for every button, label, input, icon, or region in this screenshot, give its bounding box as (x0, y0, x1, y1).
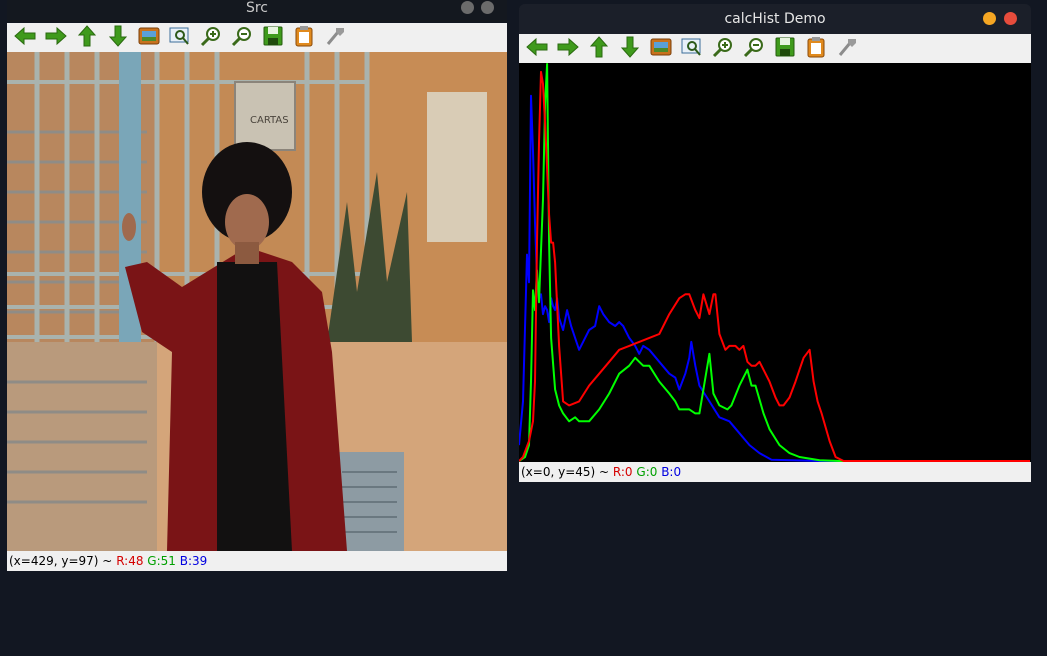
zoom-area-button[interactable] (164, 24, 195, 51)
hist-status-b: B:0 (661, 465, 682, 479)
zoom-in-button[interactable] (707, 35, 738, 62)
properties-icon (323, 24, 347, 52)
pan-up-icon (587, 35, 611, 63)
src-image-canvas[interactable]: CARTAS (7, 52, 507, 551)
hist-status-r: R:0 (612, 465, 633, 479)
pan-left-button[interactable] (521, 35, 552, 62)
src-minimize-button[interactable] (461, 1, 474, 14)
src-titlebar[interactable]: Src (7, 0, 507, 22)
pan-left-icon (525, 35, 549, 63)
copy-button[interactable] (288, 24, 319, 51)
pan-up-button[interactable] (583, 35, 614, 62)
hist-window: calcHist Demo (x=0, y=45) ~ R:0 G:0 B:0 (519, 4, 1031, 482)
pan-down-icon (106, 24, 130, 52)
pan-left-icon (13, 24, 37, 52)
src-window: Src CARTAS (x=429, y=97) ~ R:48 G:51 B:3… (7, 0, 507, 571)
save-icon (773, 35, 797, 63)
blue-channel-histogram (519, 94, 1030, 462)
pan-right-icon (556, 35, 580, 63)
zoom-in-icon (199, 24, 223, 52)
src-status-coords: (x=429, y=97) ~ (9, 554, 113, 568)
save-icon (261, 24, 285, 52)
save-button[interactable] (257, 24, 288, 51)
pan-right-icon (44, 24, 68, 52)
pan-up-icon (75, 24, 99, 52)
pan-down-button[interactable] (614, 35, 645, 62)
histogram-chart (519, 63, 1030, 462)
zoom-out-icon (230, 24, 254, 52)
copy-icon (292, 24, 316, 52)
hist-close-button[interactable] (1004, 12, 1017, 25)
zoom-fit-button[interactable] (133, 24, 164, 51)
properties-button[interactable] (319, 24, 350, 51)
hist-minimize-button[interactable] (983, 12, 996, 25)
hist-statusbar: (x=0, y=45) ~ R:0 G:0 B:0 (519, 462, 1031, 482)
pan-up-button[interactable] (71, 24, 102, 51)
src-close-button[interactable] (481, 1, 494, 14)
src-toolbar (7, 23, 507, 52)
zoom-area-icon (168, 24, 192, 52)
green-channel-histogram (519, 63, 1030, 462)
copy-icon (804, 35, 828, 63)
zoom-out-button[interactable] (738, 35, 769, 62)
save-button[interactable] (769, 35, 800, 62)
pan-right-button[interactable] (40, 24, 71, 51)
zoom-out-button[interactable] (226, 24, 257, 51)
hist-status-coords: (x=0, y=45) ~ (521, 465, 610, 479)
src-status-g: G:51 (147, 554, 176, 568)
src-statusbar: (x=429, y=97) ~ R:48 G:51 B:39 (7, 551, 507, 571)
src-window-title: Src (245, 0, 269, 16)
zoom-out-icon (742, 35, 766, 63)
properties-button[interactable] (831, 35, 862, 62)
zoom-area-icon (680, 35, 704, 63)
pan-down-button[interactable] (102, 24, 133, 51)
properties-icon (835, 35, 859, 63)
zoom-in-icon (711, 35, 735, 63)
zoom-fit-icon (137, 24, 161, 52)
src-status-r: R:48 (116, 554, 144, 568)
zoom-area-button[interactable] (676, 35, 707, 62)
copy-button[interactable] (800, 35, 831, 62)
zoom-fit-icon (649, 35, 673, 63)
pan-right-button[interactable] (552, 35, 583, 62)
red-channel-histogram (519, 70, 1030, 462)
src-photo: CARTAS (7, 52, 507, 551)
hist-titlebar[interactable]: calcHist Demo (519, 4, 1031, 34)
hist-window-title: calcHist Demo (724, 11, 826, 27)
src-status-b: B:39 (179, 554, 208, 568)
mailbox-sign: CARTAS (250, 115, 289, 126)
zoom-in-button[interactable] (195, 24, 226, 51)
hist-status-g: G:0 (636, 465, 658, 479)
pan-left-button[interactable] (9, 24, 40, 51)
hist-toolbar (519, 34, 1031, 63)
zoom-fit-button[interactable] (645, 35, 676, 62)
pan-down-icon (618, 35, 642, 63)
hist-canvas[interactable] (519, 63, 1031, 462)
